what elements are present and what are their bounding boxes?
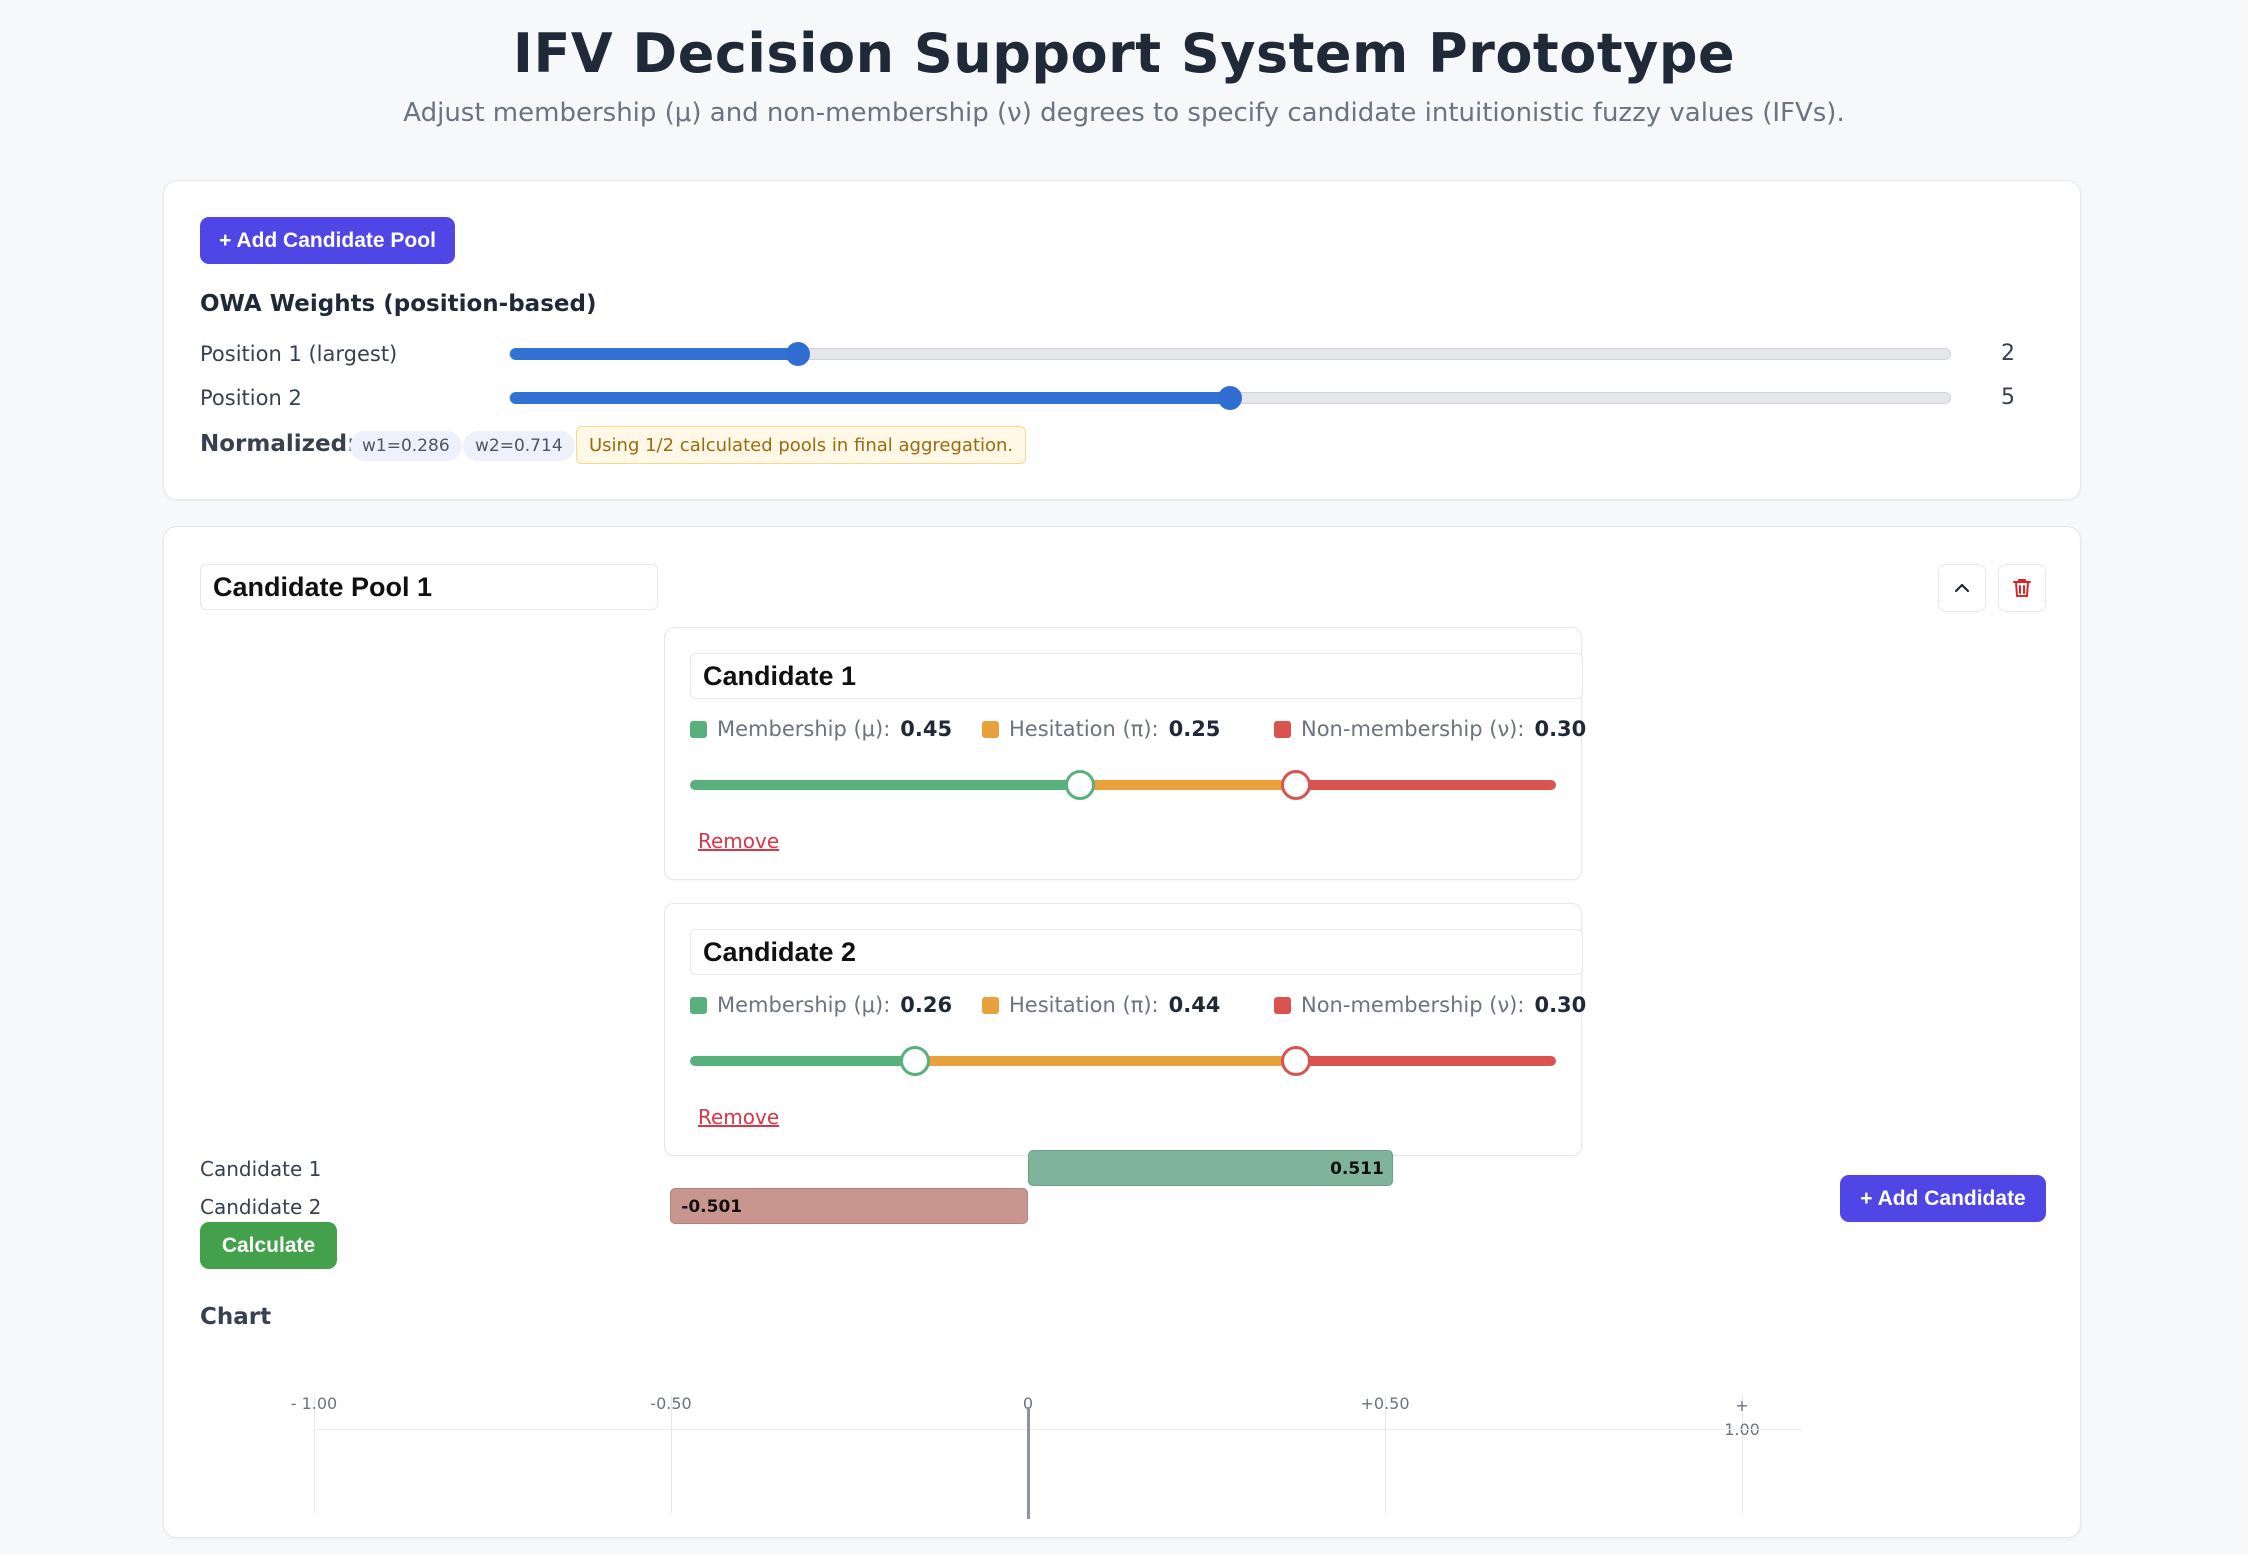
- page-title: IFV Decision Support System Prototype: [512, 22, 1736, 85]
- aggregation-notice: Using 1/2 calculated pools in final aggr…: [576, 426, 1027, 464]
- position-2-value: 5: [2001, 385, 2015, 410]
- normalized-label: Normalized:: [200, 431, 357, 457]
- chart-category-label: Candidate 1: [200, 1157, 322, 1181]
- position-2-slider[interactable]: [509, 386, 1951, 410]
- position-2-slider-thumb[interactable]: [1218, 386, 1242, 410]
- chart-tick-label: -0.50: [650, 1394, 692, 1413]
- add-candidate-pool-button[interactable]: + Add Candidate Pool: [200, 217, 455, 264]
- chart-zero-axis: [1027, 1407, 1030, 1519]
- chart-tick-label: - 1.00: [290, 1394, 338, 1413]
- chart-tick-label: +0.50: [1360, 1394, 1410, 1413]
- position-1-label: Position 1 (largest): [200, 342, 398, 366]
- chart-row-line: [314, 1429, 1802, 1430]
- weights-card: + Add Candidate Pool OWA Weights (positi…: [163, 180, 2081, 500]
- position-1-value: 2: [2001, 341, 2015, 366]
- position-1-slider-fill: [510, 348, 798, 360]
- chart-bar: 0.511: [1028, 1150, 1393, 1186]
- score-chart: - 1.00 -0.50 0 +0.50 +1.00 Candidate 1 0.511 Ca…: [164, 527, 2082, 1539]
- position-2-slider-fill: [510, 392, 1230, 404]
- position-1-slider[interactable]: [509, 342, 1951, 366]
- position-2-label: Position 2: [200, 386, 302, 410]
- chart-data-label: -0.501: [681, 1197, 743, 1217]
- page-subtitle: Adjust membership (μ) and non-membership…: [403, 98, 1845, 128]
- position-1-slider-thumb[interactable]: [786, 342, 810, 366]
- candidate-pool-card: Membership (μ): 0.45 Hesitation (π): 0.2…: [163, 526, 2081, 1538]
- weight-chip-w1: w1=0.286: [350, 431, 462, 461]
- chart-data-label: 0.511: [1330, 1159, 1384, 1179]
- chart-bar: -0.501: [670, 1188, 1028, 1224]
- chart-category-label: Candidate 2: [200, 1195, 322, 1219]
- owa-weights-heading: OWA Weights (position-based): [200, 291, 597, 317]
- chart-tick-label: +1.00: [1724, 1396, 1760, 1439]
- weight-chip-w2: w2=0.714: [463, 431, 575, 461]
